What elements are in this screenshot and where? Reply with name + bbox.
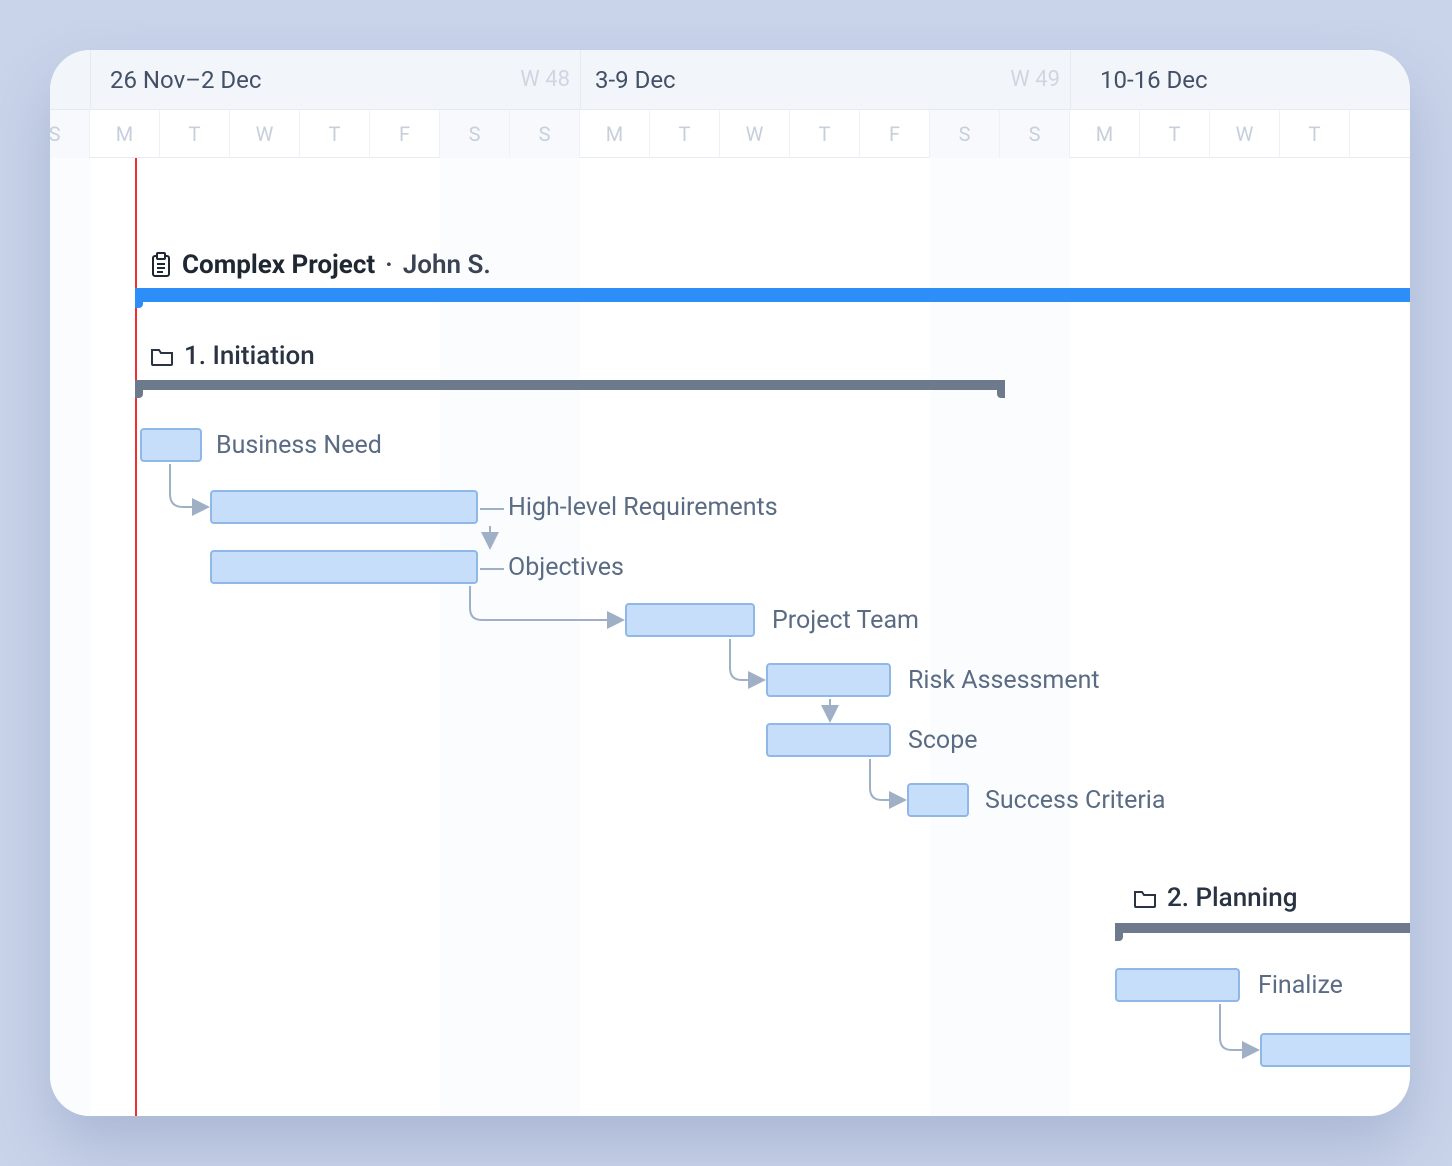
header-divider: [1070, 50, 1071, 109]
day-col-t[interactable]: T: [160, 110, 230, 158]
day-col-s3[interactable]: S: [510, 110, 580, 158]
task-scope-bar[interactable]: [766, 723, 891, 757]
folder-icon: [1133, 888, 1157, 908]
header-divider: [90, 50, 91, 109]
group-initiation[interactable]: 1. Initiation: [150, 341, 315, 371]
group-planning-label: 2. Planning: [1167, 883, 1297, 913]
group-initiation-bar[interactable]: [135, 380, 1005, 390]
day-col-t6[interactable]: T: [1280, 110, 1350, 158]
project-header[interactable]: Complex Project · John S.: [150, 248, 491, 282]
task-finalize-label: Finalize: [1258, 971, 1343, 1000]
task-success-label: Success Criteria: [985, 786, 1165, 815]
day-col-w3[interactable]: W: [1210, 110, 1280, 158]
header-divider: [580, 50, 581, 109]
day-col-m2[interactable]: M: [580, 110, 650, 158]
day-col-t5[interactable]: T: [1140, 110, 1210, 158]
day-col-f2[interactable]: F: [860, 110, 930, 158]
task-high-level-req-bar[interactable]: [210, 490, 478, 524]
folder-icon: [150, 346, 174, 366]
task-objectives-bar[interactable]: [210, 550, 478, 584]
task-finalize-bar[interactable]: [1115, 968, 1240, 1002]
day-col-t4[interactable]: T: [790, 110, 860, 158]
day-col-w2[interactable]: W: [720, 110, 790, 158]
task-business-need-label: Business Need: [216, 431, 382, 460]
week-range-49[interactable]: 3-9 Dec: [595, 50, 676, 110]
day-col-s2[interactable]: S: [440, 110, 510, 158]
task-risk-label: Risk Assessment: [908, 666, 1100, 695]
gantt-canvas[interactable]: Complex Project · John S. 1. Initiation …: [50, 158, 1410, 1116]
label-connector: [480, 508, 504, 510]
group-planning-bar[interactable]: [1115, 923, 1410, 933]
project-owner: John S.: [403, 250, 491, 280]
day-col-f[interactable]: F: [370, 110, 440, 158]
project-icon: [150, 252, 172, 278]
gantt-frame: 47 26 Nov–2 Dec W 48 3-9 Dec W 49 10-16 …: [50, 50, 1410, 1116]
group-initiation-label: 1. Initiation: [184, 341, 315, 371]
project-title: Complex Project: [182, 250, 375, 280]
task-success-bar[interactable]: [907, 783, 969, 817]
week-range-48[interactable]: 26 Nov–2 Dec: [110, 50, 261, 110]
day-col-t3[interactable]: T: [650, 110, 720, 158]
week-number-49: W 49: [990, 50, 1060, 110]
task-objectives-label: Objectives: [508, 553, 624, 582]
task-next-bar[interactable]: [1260, 1033, 1410, 1067]
task-project-team-label: Project Team: [772, 606, 919, 635]
task-high-level-req-label: High-level Requirements: [508, 493, 778, 522]
task-scope-label: Scope: [908, 726, 977, 755]
week-range-50[interactable]: 10-16 Dec: [1100, 50, 1208, 110]
group-planning[interactable]: 2. Planning: [1133, 883, 1297, 913]
day-col-s[interactable]: S: [50, 110, 90, 158]
day-col-s5[interactable]: S: [1000, 110, 1070, 158]
task-project-team-bar[interactable]: [625, 603, 755, 637]
day-col-w[interactable]: W: [230, 110, 300, 158]
task-business-need-bar[interactable]: [140, 428, 202, 462]
day-col-s4[interactable]: S: [930, 110, 1000, 158]
project-bar[interactable]: [135, 288, 1410, 302]
day-col-m3[interactable]: M: [1070, 110, 1140, 158]
week-number-48: W 48: [500, 50, 570, 110]
day-col-t2[interactable]: T: [300, 110, 370, 158]
label-connector: [480, 568, 504, 570]
weekend-col: [50, 158, 90, 1116]
week-number-47: 47: [50, 50, 80, 110]
day-col-m[interactable]: M: [90, 110, 160, 158]
day-col-blank: [1350, 110, 1410, 158]
project-separator: ·: [385, 250, 393, 280]
task-risk-bar[interactable]: [766, 663, 891, 697]
timeline-day-header: S M T W T F S S M T W T F S S M T W T: [50, 110, 1410, 158]
timeline-week-header: 47 26 Nov–2 Dec W 48 3-9 Dec W 49 10-16 …: [50, 50, 1410, 110]
